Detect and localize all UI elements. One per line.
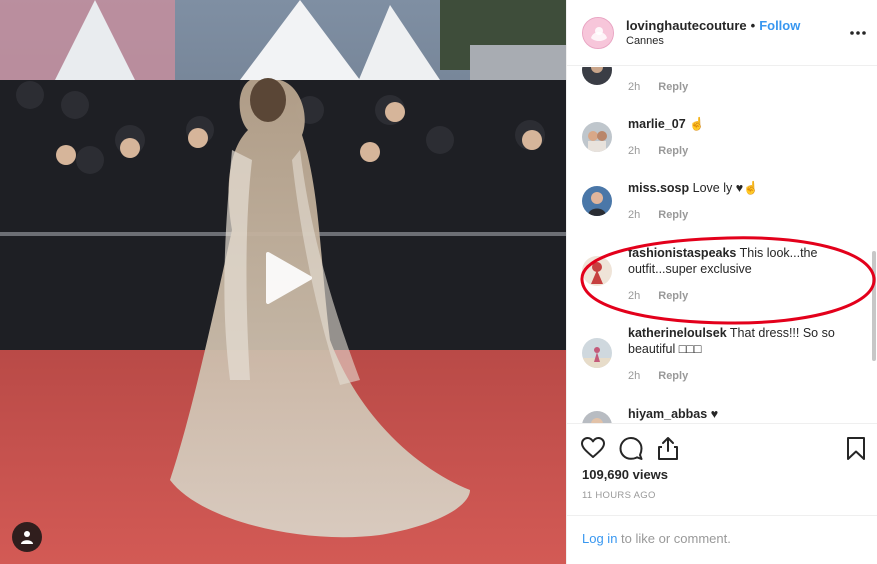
post-media[interactable] [0, 0, 566, 564]
comment-username[interactable]: miss.sosp [628, 181, 689, 195]
comment-text-row: miss.sosp Love ly ♥☝ [628, 180, 853, 196]
bookmark-icon[interactable] [843, 435, 869, 461]
commenter-avatar[interactable] [582, 256, 612, 286]
heart-icon[interactable] [580, 435, 606, 461]
views-count[interactable]: 109,690 views [582, 467, 668, 482]
comment-username[interactable]: hiyam_abbas [628, 407, 707, 421]
share-icon[interactable] [655, 435, 681, 461]
post-header: lovinghautecouture • Follow Cannes [567, 0, 877, 66]
post-panel: lovinghautecouture • Follow Cannes 2h Reply… [566, 0, 877, 564]
play-icon [266, 252, 312, 304]
follow-button[interactable]: Follow [759, 18, 800, 33]
header-separator: • [750, 18, 756, 33]
comment-time: 2h [628, 145, 641, 157]
comments-scrollbar-thumb[interactable] [872, 251, 876, 361]
comment-text-row: marlie_07 ☝ [628, 116, 853, 132]
commenter-avatar[interactable] [582, 338, 612, 368]
commenter-avatar[interactable] [582, 411, 612, 423]
more-options-icon[interactable] [849, 24, 867, 42]
commenter-avatar[interactable] [582, 67, 612, 85]
user-tag-icon [21, 531, 33, 544]
comment-meta: 2h Reply [628, 145, 688, 157]
post-timestamp[interactable]: 11 HOURS AGO [582, 490, 656, 501]
comment-time: 2h [628, 81, 641, 93]
reply-button[interactable]: Reply [658, 209, 688, 221]
reply-button[interactable]: Reply [658, 370, 688, 382]
comment-icon[interactable] [618, 435, 644, 461]
commenter-avatar-image [582, 256, 612, 286]
reply-button[interactable]: Reply [658, 145, 688, 157]
comment-meta: 2h Reply [628, 81, 688, 93]
comment-time: 2h [628, 370, 641, 382]
comment-meta: 2h Reply [628, 209, 688, 221]
commenter-avatar-image [582, 411, 612, 423]
comment-time: 2h [628, 209, 641, 221]
comment-meta: 2h Reply [628, 290, 688, 302]
comment-text-row: fashionistaspeaks This look...the outfit… [628, 245, 853, 277]
login-prompt-text: Log in to like or comment. [582, 531, 731, 546]
commenter-avatar-image [582, 122, 612, 152]
login-link[interactable]: Log in [582, 531, 617, 546]
post-location[interactable]: Cannes [626, 35, 664, 47]
user-tag-button[interactable] [12, 522, 42, 552]
comment-time: 2h [628, 290, 641, 302]
comment-username[interactable]: fashionistaspeaks [628, 246, 736, 260]
comments-scrollbar[interactable] [871, 67, 877, 423]
comment-text: Love ly ♥☝ [692, 181, 759, 195]
play-button[interactable] [254, 246, 318, 310]
author-avatar[interactable] [582, 17, 614, 49]
author-avatar-image [583, 18, 613, 48]
comments-list[interactable]: 2h Reply marlie_07 ☝ 2h Reply miss.sosp Lo [567, 67, 877, 423]
login-prompt: Log in to like or comment. [567, 515, 877, 564]
login-prompt-rest: to like or comment. [617, 531, 731, 546]
commenter-avatar-image [582, 338, 612, 368]
comment-username[interactable]: marlie_07 [628, 117, 686, 131]
commenter-avatar-image [582, 67, 612, 85]
comment-text: ♥ [710, 407, 719, 421]
reply-button[interactable]: Reply [658, 81, 688, 93]
comment-text-row: katherineloulsek That dress!!! So so bea… [628, 325, 853, 357]
commenter-avatar[interactable] [582, 186, 612, 216]
reply-button[interactable]: Reply [658, 290, 688, 302]
commenter-avatar[interactable] [582, 122, 612, 152]
comment-username[interactable]: katherineloulsek [628, 326, 727, 340]
author-username[interactable]: lovinghautecouture [626, 18, 747, 33]
post-actions: 109,690 views 11 HOURS AGO [567, 423, 877, 515]
comment-text: ☝ [689, 117, 705, 131]
comment-meta: 2h Reply [628, 370, 688, 382]
comment-text-row: hiyam_abbas ♥ [628, 406, 853, 422]
commenter-avatar-image [582, 186, 612, 216]
